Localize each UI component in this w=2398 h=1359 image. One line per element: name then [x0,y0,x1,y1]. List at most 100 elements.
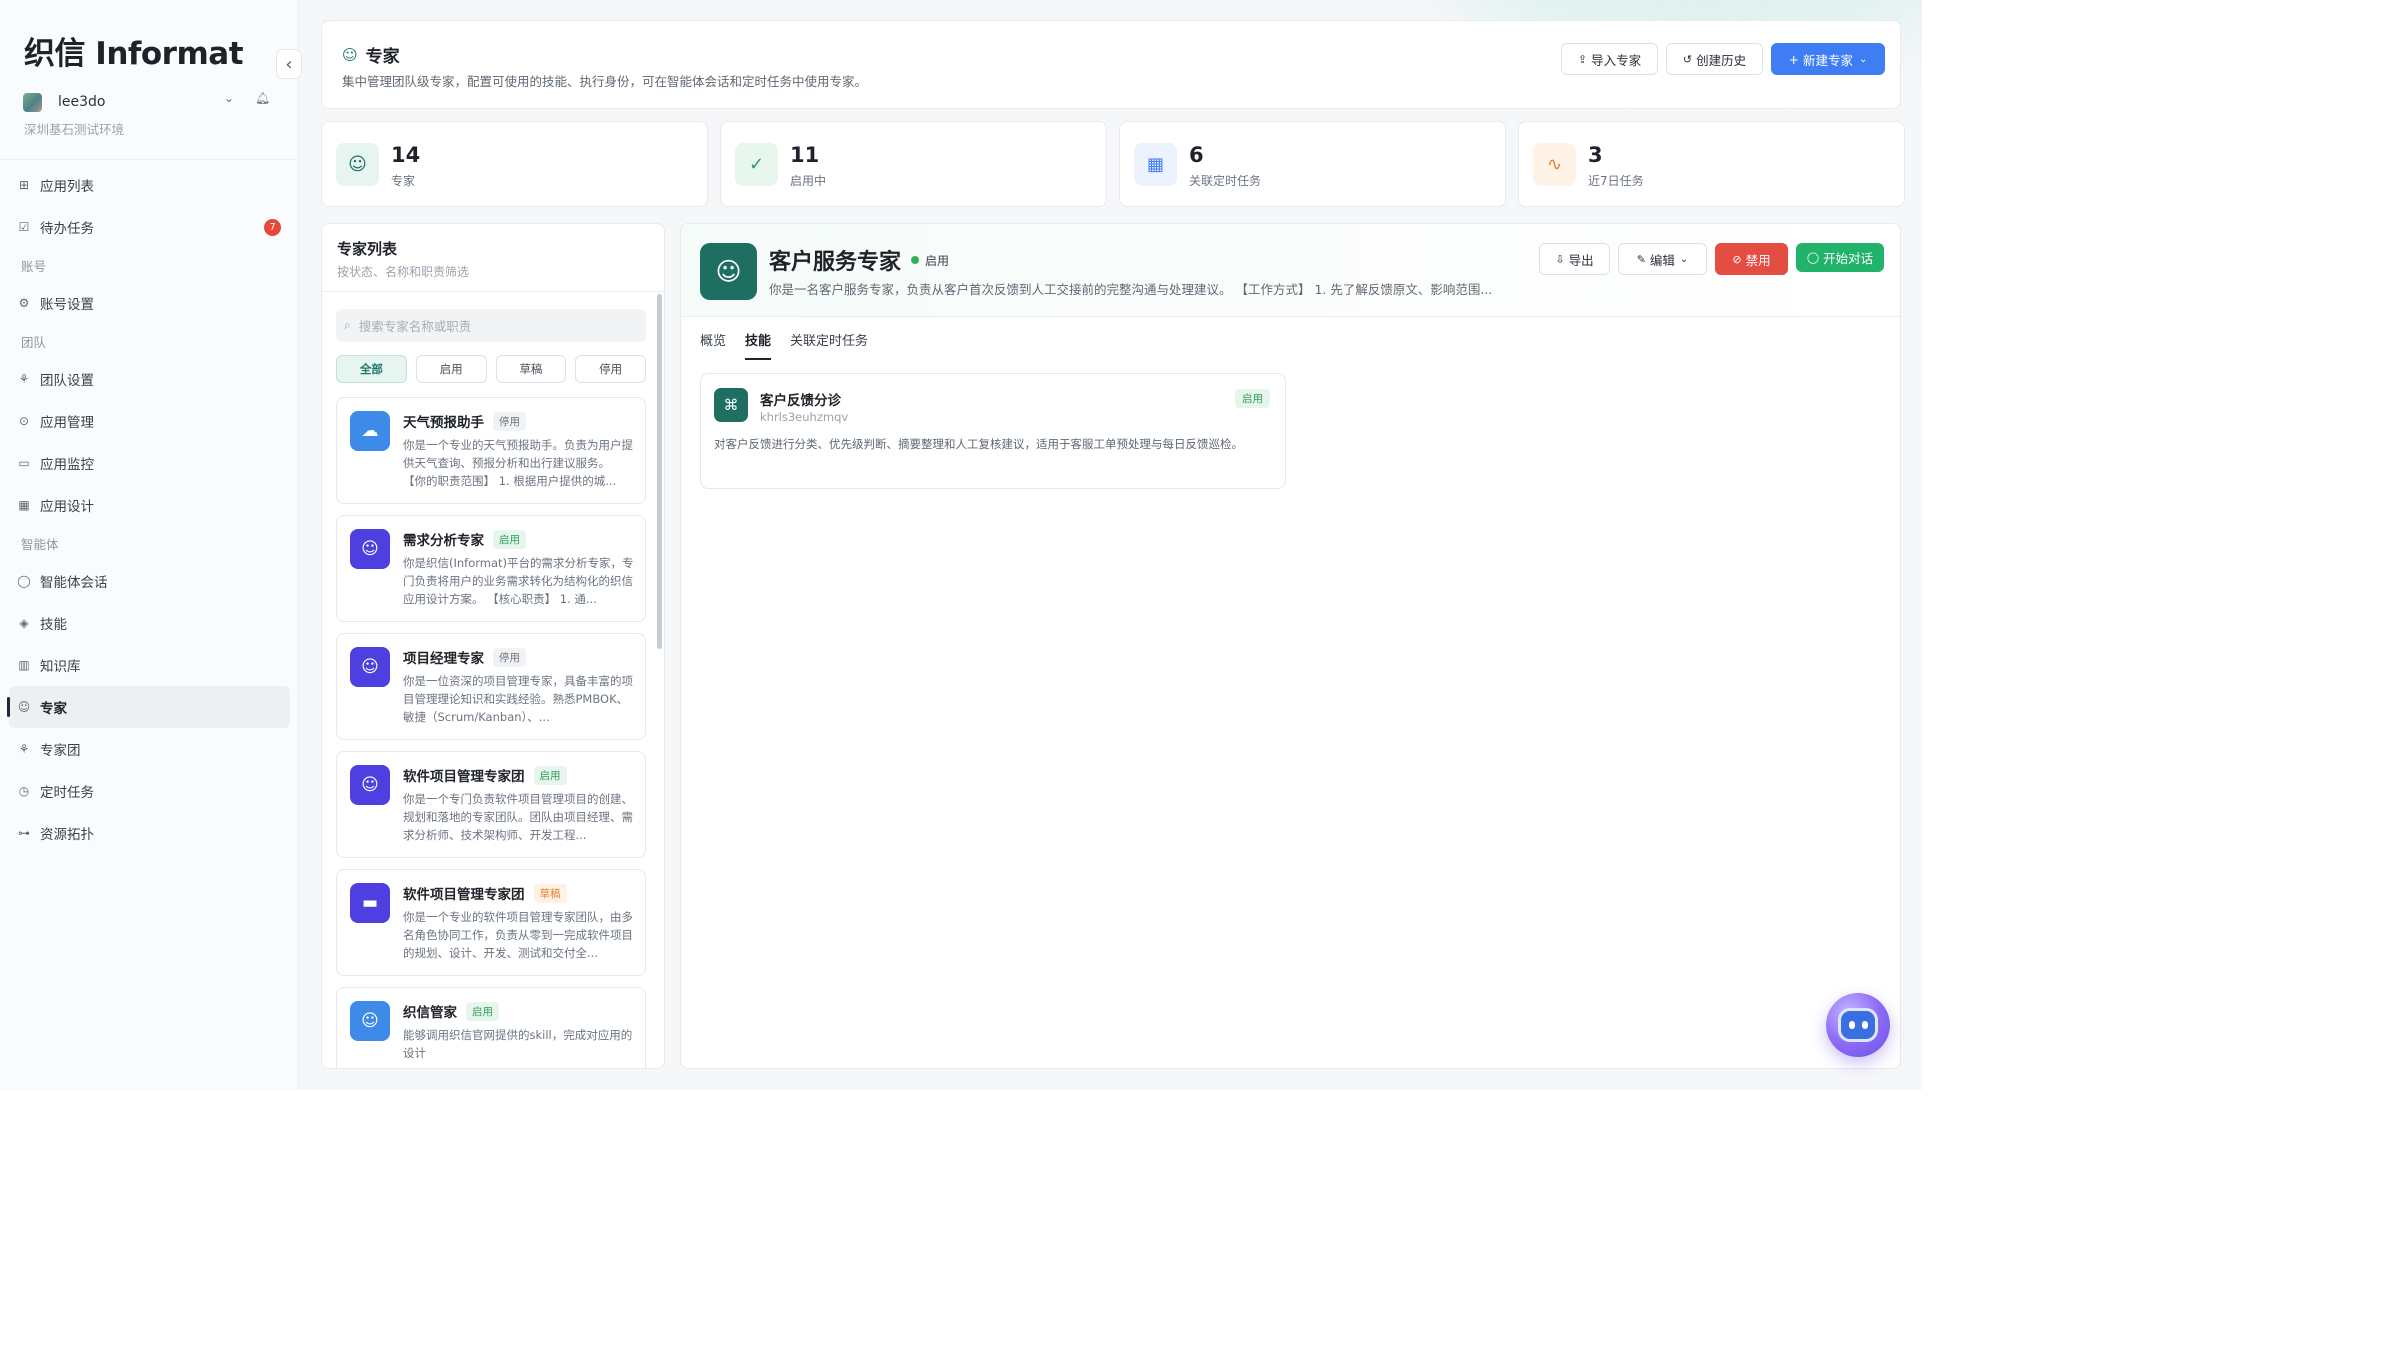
status-badge: 启用 [911,252,949,269]
import-expert-button[interactable]: ⇪ 导入专家 [1561,43,1658,75]
robot-icon: ☺ [336,143,379,186]
user-switcher[interactable]: lee3do ⌄ 🔔︎ [23,91,273,113]
sidebar-item-team-settings[interactable]: ⚘ 团队设置 [9,358,290,400]
schedule-icon: ◷ [18,784,30,798]
sidebar-item-label: 待办任务 [40,221,94,237]
expert-list-title: 专家列表 [337,240,398,258]
search-input[interactable]: ⌕ 搜索专家名称或职责 [336,309,646,342]
robot-icon: ☺ [342,45,358,64]
expert-name-text: 天气预报助手 [403,415,484,431]
expert-card[interactable]: ☁ 天气预报助手 停用 你是一个专业的天气预报助手。负责为用户提供天气查询、预报… [336,397,646,504]
scrollbar[interactable] [657,294,662,649]
sidebar-item-agent-chat[interactable]: ◯ 智能体会话 [9,560,290,602]
sidebar-item-experts[interactable]: ☺ 专家 [7,686,290,728]
sidebar-item-skills[interactable]: ◈ 技能 [9,602,290,644]
expert-detail-description: 你是一名客户服务专家，负责从客户首次反馈到人工交接前的完整沟通与处理建议。 【工… [769,282,1493,297]
new-expert-label: 新建专家 [1803,52,1854,68]
new-expert-button[interactable]: + 新建专家 ⌄ [1771,43,1885,75]
ai-assistant-button[interactable] [1826,993,1890,1057]
download-icon: ⇩ [1555,252,1565,266]
stat-label: 关联定时任务 [1189,174,1262,188]
status-badge: 启用 [1235,389,1270,408]
sidebar: 织信 Informat ‹ lee3do ⌄ 🔔︎ 深圳基石测试环境 ⊞ 应用列… [0,0,302,1090]
sidebar-collapse-button[interactable]: ‹ [276,49,302,79]
sidebar-item-label: 智能体会话 [40,575,108,591]
creation-history-button[interactable]: ↺ 创建历史 [1666,43,1763,75]
skill-description: 对客户反馈进行分类、优先级判断、摘要整理和人工复核建议，适用于客服工单预处理与每… [714,437,1243,451]
tab-scheduled-tasks[interactable]: 关联定时任务 [790,330,868,360]
expert-name-text: 需求分析专家 [403,533,484,549]
design-icon: ▦ [18,498,30,512]
tab-skills[interactable]: 技能 [745,330,772,360]
start-chat-button[interactable]: ◯ 开始对话 [1796,243,1884,272]
expert-name: 需求分析专家 启用 [403,529,526,549]
stat-label: 专家 [391,174,416,188]
bell-icon[interactable]: 🔔︎ [255,91,270,105]
page-description: 集中管理团队级专家，配置可使用的技能、执行身份，可在智能体会话和定时任务中使用专… [342,74,868,89]
robot-icon: ☺ [350,765,390,805]
sidebar-item-expert-groups[interactable]: ⚘ 专家团 [9,728,290,770]
filter-disabled[interactable]: 停用 [575,355,646,383]
sidebar-item-label: 团队设置 [40,373,94,389]
chevron-left-icon: ‹ [285,53,293,75]
sidebar-item-resource-topology[interactable]: ⊶ 资源拓扑 [9,812,290,854]
sidebar-item-todo[interactable]: ☑ 待办任务 7 [9,206,290,248]
pencil-icon: ✎ [1636,252,1646,266]
monitor-icon: ▭ [18,456,30,470]
expert-list-panel: 专家列表 按状态、名称和职责筛选 ⌕ 搜索专家名称或职责 全部 启用 草稿 停用… [321,223,665,1069]
expert-name: 项目经理专家 停用 [403,647,526,667]
ban-icon: ⊘ [1732,252,1742,266]
expert-detail-panel: ☺ 客户服务专家 启用 你是一名客户服务专家，负责从客户首次反馈到人工交接前的完… [680,223,1901,1069]
expert-card[interactable]: ☺ 项目经理专家 停用 你是一位资深的项目管理专家，具备丰富的项目管理理论知识和… [336,633,646,740]
book-icon: ▥ [18,658,30,672]
briefcase-icon: ▬ [350,883,390,923]
creation-history-label: 创建历史 [1696,52,1747,68]
skill-card[interactable]: ⌘ 客户反馈分诊 khrls3euhzmqv 启用 对客户反馈进行分类、优先级判… [700,373,1286,489]
upload-icon: ⇪ [1577,52,1588,66]
sidebar-item-app-monitor[interactable]: ▭ 应用监控 [9,442,290,484]
todo-count-badge: 7 [264,218,281,236]
export-button[interactable]: ⇩ 导出 [1539,243,1610,275]
app-window: 织信 Informat ‹ lee3do ⌄ 🔔︎ 深圳基石测试环境 ⊞ 应用列… [0,0,1922,1090]
divider [0,159,299,160]
apps-icon: ⊞ [18,178,30,192]
sidebar-item-account-settings[interactable]: ⚙ 账号设置 [9,282,290,324]
history-icon: ↺ [1682,52,1693,66]
page-title-text: 专家 [365,47,400,67]
activity-icon: ∿ [1533,143,1576,186]
skill-name: 客户反馈分诊 [760,393,841,409]
sidebar-item-label: 定时任务 [40,785,94,801]
expert-card[interactable]: ☺ 需求分析专家 启用 你是织信(Informat)平台的需求分析专家，专门负责… [336,515,646,622]
status-badge: 启用 [466,1001,499,1021]
calendar-clock-icon: ▦ [1134,143,1177,186]
expert-description: 能够调用织信官网提供的skill，完成对应用的设计 [403,1028,633,1060]
sidebar-item-label: 账号设置 [40,297,94,313]
filter-enabled[interactable]: 启用 [415,355,487,383]
stat-label: 近7日任务 [1588,174,1644,188]
stat-card-experts: ☺ 14 专家 [321,121,708,207]
chevron-down-icon[interactable]: ⌄ [224,91,234,105]
robot-icon: ☺ [700,243,757,300]
edit-button[interactable]: ✎ 编辑 ⌄ [1618,243,1707,275]
sidebar-item-app-design[interactable]: ▦ 应用设计 [9,484,290,526]
robot-icon: ☺ [350,647,390,687]
filter-draft[interactable]: 草稿 [495,355,567,383]
start-chat-label: 开始对话 [1823,251,1874,266]
sidebar-item-app-manage[interactable]: ⊙ 应用管理 [9,400,290,442]
filter-all[interactable]: 全部 [336,355,407,383]
sidebar-item-label: 知识库 [40,659,81,675]
search-icon: ⌕ [344,318,351,332]
stat-value: 11 [790,143,820,167]
robot-icon: ☺ [17,700,31,714]
tab-overview[interactable]: 概览 [700,330,726,360]
sidebar-item-scheduled-tasks[interactable]: ◷ 定时任务 [9,770,290,812]
expert-detail-name: 客户服务专家 [769,250,902,275]
sidebar-item-knowledge[interactable]: ▥ 知识库 [9,644,290,686]
expert-card[interactable]: ☺ 软件项目管理专家团 启用 你是一个专门负责软件项目管理项目的创建、规划和落地… [336,751,646,858]
disable-button[interactable]: ⊘ 禁用 [1715,243,1788,275]
expert-card[interactable]: ☺ 织信管家 启用 能够调用织信官网提供的skill，完成对应用的设计 [336,987,646,1068]
workflow-icon: ⌘ [714,388,748,422]
expert-card[interactable]: ▬ 软件项目管理专家团 草稿 你是一个专业的软件项目管理专家团队，由多名角色协同… [336,869,646,976]
sidebar-item-app-list[interactable]: ⊞ 应用列表 [9,164,290,206]
sidebar-item-label: 专家团 [40,743,81,759]
